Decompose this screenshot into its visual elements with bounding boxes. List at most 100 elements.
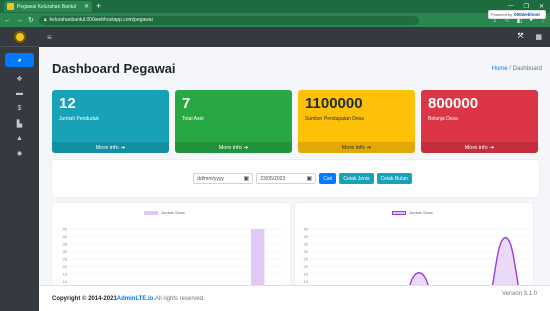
url-text: kelurahanbantul.000webhostapp.com/pegawa… <box>49 17 153 23</box>
sidebar-item-dashboard[interactable]: ◕ <box>5 53 34 67</box>
building-icon: ▙ <box>16 120 23 128</box>
cetak-bulan-button[interactable]: Cetak Bulan <box>376 173 412 184</box>
arrow-circle-right-icon: ➔ <box>366 144 372 151</box>
page-title: Dashboard Pegawai <box>52 61 176 76</box>
filter-card: dd/mm/yyyy ▣ 23/05/2023 ▣ Cari Cetak Jen… <box>52 160 539 197</box>
cari-button[interactable]: Cari <box>319 173 337 184</box>
stat-value: 7 <box>182 95 191 112</box>
stat-box-belanja: 800000 Belanja Desa More info ➔ <box>421 90 538 153</box>
top-navbar: ≡ ⤧ ▦ <box>39 27 550 47</box>
stat-box-aset: 7 Total Aset More info ➔ <box>175 90 292 153</box>
arrow-circle-right-icon: ➔ <box>120 144 126 151</box>
stat-value: 1100000 <box>305 95 363 112</box>
legend-label: Jumlah Surat <box>409 210 433 215</box>
stat-value: 800000 <box>428 95 479 112</box>
menu-icon[interactable]: ≡ <box>47 33 52 42</box>
webhost-logo: 000webhost <box>514 12 540 17</box>
cetak-jenis-button[interactable]: Cetak Jenis <box>339 173 374 184</box>
y-tick-label: 30 <box>304 249 309 254</box>
sidebar: ◕ ❖ ▬ $ ▙ ▲ ✹ <box>0 27 39 311</box>
chart-legend[interactable]: Jumlah Surat <box>144 210 185 215</box>
copyright-text: Copyright © 2014-2021 <box>52 295 117 302</box>
stat-label: Jumlah Penduduk <box>59 116 100 122</box>
more-info-link[interactable]: More info ➔ <box>52 142 169 153</box>
line-chart-card: Jumlah Surat 45 40 35 30 25 20 15 10 <box>295 203 533 285</box>
grid-icon[interactable]: ▦ <box>535 33 542 41</box>
favicon-icon <box>7 3 14 10</box>
legend-swatch <box>144 210 158 215</box>
dashboard-icon: ◕ <box>17 56 22 64</box>
arrow-circle-right-icon: ➔ <box>489 144 495 151</box>
more-info-link[interactable]: More info ➔ <box>421 142 538 153</box>
users-icon: ❖ <box>16 75 23 83</box>
stat-box-penduduk: 12 Jumlah Penduduk More info ➔ <box>52 90 169 153</box>
sidebar-item-users[interactable]: ❖ <box>0 71 39 86</box>
tab-title: Pegawai Kelurahan Bantul <box>17 3 76 10</box>
expand-icon[interactable]: ⤧ <box>518 33 524 41</box>
stat-boxes: 12 Jumlah Penduduk More info ➔ 7 Total As… <box>52 90 538 153</box>
bar[interactable] <box>251 229 265 285</box>
new-tab-button[interactable]: + <box>96 2 101 11</box>
browser-tab[interactable]: Pegawai Kelurahan Bantul ✕ <box>4 1 92 12</box>
y-tick-label: 10 <box>63 279 68 284</box>
y-tick-label: 30 <box>63 249 68 254</box>
sidebar-item-mail[interactable]: ▬ <box>0 86 39 101</box>
y-tick-label: 25 <box>304 257 309 262</box>
browser-tabbar: Pegawai Kelurahan Bantul ✕ + — ❐ ✕ <box>0 0 550 13</box>
breadcrumb: Home / Dashboard <box>491 65 542 72</box>
sidebar-item-settings[interactable]: ✹ <box>0 146 39 161</box>
dollar-icon: $ <box>17 105 22 112</box>
main-content: Dashboard Pegawai Home / Dashboard 12 Ju… <box>39 47 550 285</box>
maximize-icon[interactable]: ❐ <box>524 3 529 10</box>
reload-icon[interactable]: ↻ <box>28 16 34 24</box>
y-tick-label: 45 <box>304 227 309 232</box>
stat-value: 12 <box>59 95 76 112</box>
adminlte-link[interactable]: AdminLTE.io. <box>117 296 155 302</box>
back-icon[interactable]: ← <box>4 17 11 24</box>
more-info-link[interactable]: More info ➔ <box>175 142 292 153</box>
legend-label: Jumlah Surat <box>161 210 185 215</box>
bar-chart-card: Jumlah Surat 45 40 35 30 25 20 15 10 <box>52 203 290 285</box>
sidebar-item-building[interactable]: ▙ <box>0 116 39 131</box>
y-tick-label: 10 <box>304 279 309 284</box>
y-tick-label: 20 <box>304 264 309 269</box>
stat-label: Sumber Pendapatan Desa <box>305 116 364 122</box>
breadcrumb-home[interactable]: Home <box>492 66 508 72</box>
area-fill <box>409 237 519 285</box>
date-from-input[interactable]: dd/mm/yyyy ▣ <box>193 173 254 184</box>
settings-icon: ✹ <box>16 150 23 158</box>
powered-by-badge[interactable]: Powered by 000webhost <box>488 10 546 19</box>
address-bar: ← → ↻ 🔒︎ kelurahanbantul.000webhostapp.c… <box>0 13 550 27</box>
y-tick-label: 35 <box>304 242 309 247</box>
line-chart: 45 40 35 30 25 20 15 10 <box>304 227 527 285</box>
close-window-icon[interactable]: ✕ <box>539 3 544 10</box>
close-tab-icon[interactable]: ✕ <box>84 3 89 10</box>
y-tick-label: 25 <box>63 257 68 262</box>
legend-swatch <box>392 210 406 215</box>
y-tick-label: 45 <box>63 227 68 232</box>
mail-icon: ▬ <box>16 90 23 97</box>
calendar-icon[interactable]: ▣ <box>244 175 250 182</box>
footer: Copyright © 2014-2021 AdminLTE.io. All r… <box>39 285 550 311</box>
version-text: Version 3.1.0 <box>501 290 537 297</box>
bar-chart: 45 40 35 30 25 20 15 10 <box>63 227 284 285</box>
chart-legend[interactable]: Jumlah Surat <box>392 210 433 215</box>
sidebar-item-lock[interactable]: ▲ <box>0 131 39 146</box>
y-tick-label: 40 <box>304 234 309 239</box>
minimize-icon[interactable]: — <box>508 3 514 10</box>
lock-icon: 🔒︎ <box>43 17 47 23</box>
lock-icon: ▲ <box>16 135 23 142</box>
calendar-icon[interactable]: ▣ <box>307 175 313 182</box>
url-field[interactable]: 🔒︎ kelurahanbantul.000webhostapp.com/peg… <box>38 15 419 25</box>
arrow-circle-right-icon: ➔ <box>243 144 249 151</box>
sidebar-item-finance[interactable]: $ <box>0 101 39 116</box>
date-to-input[interactable]: 23/05/2023 ▣ <box>256 173 317 184</box>
y-tick-label: 35 <box>63 242 68 247</box>
stat-label: Total Aset <box>182 116 204 122</box>
y-tick-label: 20 <box>63 264 68 269</box>
brand[interactable] <box>0 27 39 47</box>
y-tick-label: 40 <box>63 234 68 239</box>
more-info-link[interactable]: More info ➔ <box>298 142 415 153</box>
brand-logo-icon <box>13 30 26 43</box>
forward-icon[interactable]: → <box>16 17 23 24</box>
